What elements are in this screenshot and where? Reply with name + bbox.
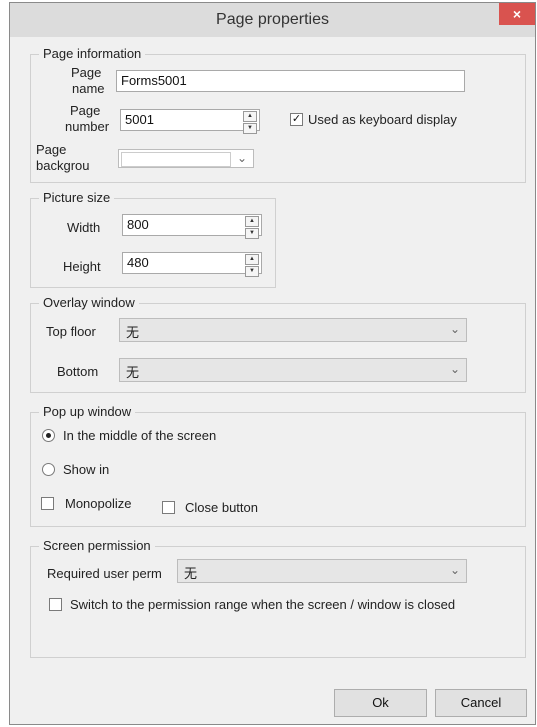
screen-permission-legend: Screen permission bbox=[39, 538, 155, 553]
page-number-label-line2: number bbox=[65, 119, 110, 134]
bottom-select[interactable]: 无 ⌄ bbox=[119, 358, 467, 382]
spin-up-icon[interactable]: ▲ bbox=[243, 111, 257, 122]
top-floor-value: 无 bbox=[126, 325, 140, 340]
page-information-legend: Page information bbox=[39, 46, 146, 61]
keyboard-display-label: Used as keyboard display bbox=[308, 112, 457, 127]
chevron-down-icon: ⌄ bbox=[449, 322, 460, 336]
switch-permission-checkbox[interactable] bbox=[49, 598, 62, 611]
popup-window-legend: Pop up window bbox=[39, 404, 136, 419]
width-label: Width bbox=[67, 220, 101, 235]
page-properties-dialog: Page properties × Page information Page … bbox=[9, 2, 536, 725]
page-background-label-line2: backgrou bbox=[36, 158, 90, 173]
top-floor-label: Top floor bbox=[46, 324, 96, 339]
required-user-perm-label: Required user perm bbox=[47, 566, 162, 581]
required-user-perm-select[interactable]: 无 ⌄ bbox=[177, 559, 467, 583]
page-number-value: 5001 bbox=[125, 112, 154, 127]
page-background-label-line1: Page bbox=[36, 142, 67, 157]
monopolize-label: Monopolize bbox=[65, 496, 132, 511]
bottom-label: Bottom bbox=[57, 364, 99, 379]
close-button-label: Close button bbox=[185, 500, 258, 515]
page-background-color-picker[interactable]: ⌄ bbox=[118, 149, 254, 168]
monopolize-checkbox[interactable] bbox=[41, 497, 54, 510]
height-spinner[interactable]: ▲ ▼ bbox=[245, 253, 259, 277]
spin-down-icon[interactable]: ▼ bbox=[245, 228, 259, 239]
dialog-title: Page properties bbox=[216, 11, 329, 28]
page-number-label-line1: Page bbox=[70, 103, 101, 118]
chevron-down-icon: ⌄ bbox=[236, 151, 247, 165]
middle-of-screen-radio[interactable] bbox=[42, 429, 55, 442]
bottom-value: 无 bbox=[126, 365, 140, 380]
width-spinner[interactable]: ▲ ▼ bbox=[245, 215, 259, 239]
show-in-label: Show in bbox=[63, 462, 110, 477]
width-value: 800 bbox=[127, 217, 149, 232]
ok-button[interactable]: Ok bbox=[334, 689, 427, 717]
required-user-perm-value: 无 bbox=[184, 566, 198, 581]
picture-size-legend: Picture size bbox=[39, 190, 115, 205]
page-number-spinner[interactable]: ▲ ▼ bbox=[243, 110, 257, 134]
spin-up-icon[interactable]: ▲ bbox=[245, 254, 259, 265]
title-bar[interactable]: Page properties × bbox=[10, 3, 535, 37]
close-button[interactable]: × bbox=[499, 3, 535, 25]
show-in-radio[interactable] bbox=[42, 463, 55, 476]
chevron-down-icon: ⌄ bbox=[449, 362, 460, 376]
cancel-button[interactable]: Cancel bbox=[435, 689, 527, 717]
top-floor-select[interactable]: 无 ⌄ bbox=[119, 318, 467, 342]
spin-up-icon[interactable]: ▲ bbox=[245, 216, 259, 227]
page-name-input[interactable]: Forms5001 bbox=[116, 70, 465, 92]
middle-of-screen-label: In the middle of the screen bbox=[63, 428, 217, 443]
height-label: Height bbox=[63, 259, 101, 274]
keyboard-display-checkbox[interactable]: ✓ bbox=[290, 113, 303, 126]
chevron-down-icon: ⌄ bbox=[449, 563, 460, 577]
page-number-input[interactable]: 5001 ▲ ▼ bbox=[120, 109, 260, 134]
page-name-label-line2: name bbox=[72, 81, 105, 96]
overlay-window-legend: Overlay window bbox=[39, 295, 139, 310]
spin-down-icon[interactable]: ▼ bbox=[245, 266, 259, 277]
width-input[interactable]: 800 ▲ ▼ bbox=[122, 214, 262, 239]
height-input[interactable]: 480 ▲ ▼ bbox=[122, 252, 262, 277]
switch-permission-label: Switch to the permission range when the … bbox=[70, 597, 456, 612]
picture-size-group: Picture size bbox=[30, 190, 276, 288]
height-value: 480 bbox=[127, 255, 149, 270]
color-swatch bbox=[121, 152, 231, 167]
spin-down-icon[interactable]: ▼ bbox=[243, 123, 257, 134]
close-button-checkbox[interactable] bbox=[162, 501, 175, 514]
page-name-label-line1: Page bbox=[71, 65, 102, 80]
